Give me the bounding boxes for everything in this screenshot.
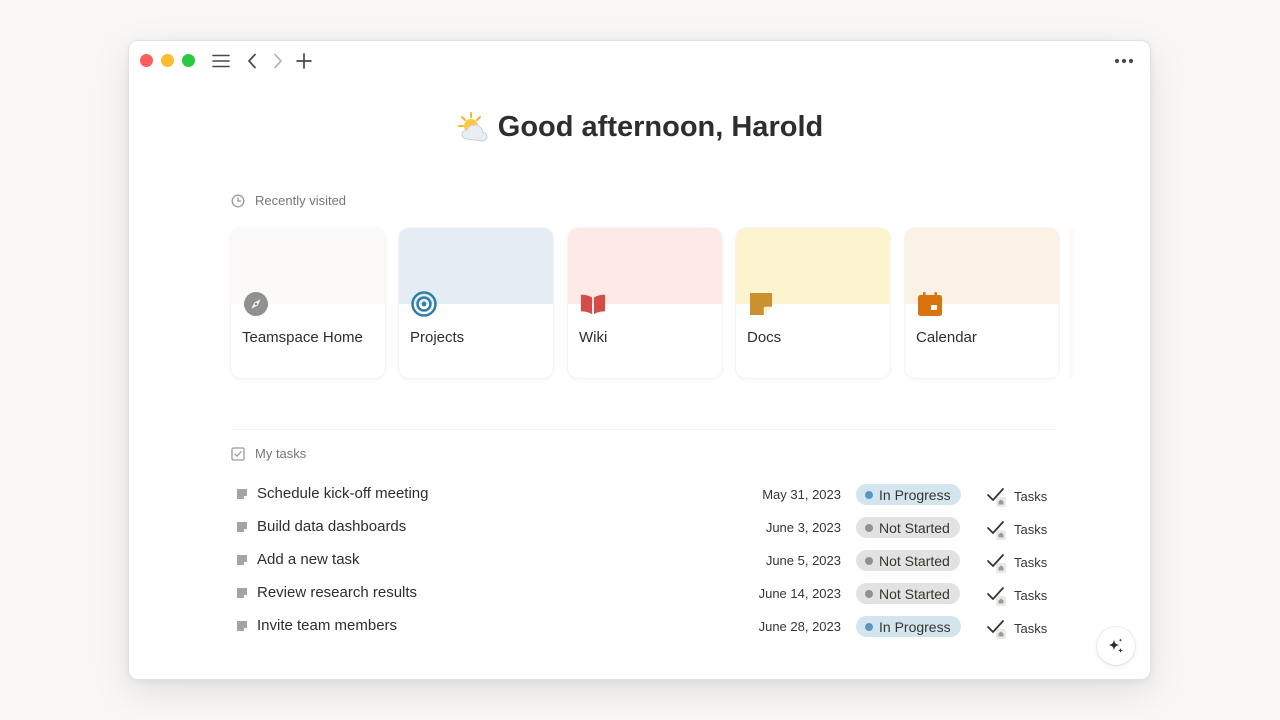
- card-title: Teamspace Home: [242, 329, 363, 346]
- recently-visited-cards: Teamspace Home Projects Wiki Docs Calend…: [231, 228, 1077, 378]
- app-window: Good afternoon, Harold Recently visited …: [128, 40, 1151, 680]
- book-icon: [580, 291, 606, 317]
- task-database[interactable]: Tasks: [986, 518, 1047, 540]
- sparkle-icon: [1108, 638, 1123, 653]
- greeting-text: Good afternoon, Harold: [497, 110, 824, 143]
- section-divider: [231, 429, 1057, 430]
- chevron-right-icon: [274, 53, 282, 69]
- database-name: Tasks: [1014, 587, 1048, 603]
- calendar-icon: [917, 291, 943, 317]
- status-dot: [865, 622, 873, 631]
- zoom-window-button[interactable]: [182, 54, 195, 67]
- card-teamspace-home[interactable]: Teamspace Home: [231, 228, 385, 378]
- page-icon: [237, 489, 247, 499]
- task-row[interactable]: Schedule kick-off meeting May 31, 2023 I…: [231, 478, 1057, 511]
- ai-assistant-button[interactable]: [1097, 627, 1135, 665]
- back-button[interactable]: [241, 50, 263, 72]
- card-docs[interactable]: Docs: [736, 228, 890, 378]
- clock-icon: [231, 194, 245, 207]
- tasks-database-icon: [987, 620, 1006, 639]
- task-row[interactable]: Add a new task June 5, 2023 Not Started …: [231, 544, 1057, 577]
- task-list: Schedule kick-off meeting May 31, 2023 I…: [231, 478, 1057, 643]
- task-name[interactable]: Schedule kick-off meeting: [257, 485, 428, 502]
- page-icon: [237, 621, 247, 631]
- database-name: Tasks: [1014, 521, 1048, 537]
- status-text: Not Started: [879, 552, 950, 569]
- status-badge[interactable]: In Progress: [856, 616, 961, 637]
- task-date: May 31, 2023: [762, 487, 841, 502]
- database-name: Tasks: [1014, 554, 1048, 570]
- task-name[interactable]: Invite team members: [257, 617, 397, 634]
- task-date: June 5, 2023: [765, 553, 841, 568]
- task-database[interactable]: Tasks: [986, 551, 1047, 573]
- task-date: June 3, 2023: [765, 520, 841, 535]
- status-dot: [865, 490, 873, 499]
- checkbox-icon: [231, 446, 245, 461]
- card-title: Calendar: [916, 329, 977, 346]
- database-name: Tasks: [1014, 488, 1048, 504]
- status-text: In Progress: [879, 618, 951, 635]
- card-calendar[interactable]: Calendar: [905, 228, 1059, 378]
- card-projects[interactable]: Projects: [399, 228, 553, 378]
- tasks-database-icon: [987, 488, 1006, 507]
- status-badge[interactable]: Not Started: [856, 583, 960, 604]
- hamburger-menu-icon: [212, 54, 230, 68]
- task-name[interactable]: Build data dashboards: [257, 518, 406, 535]
- status-badge[interactable]: Not Started: [856, 517, 960, 538]
- task-database[interactable]: Tasks: [986, 485, 1047, 507]
- new-page-button[interactable]: [293, 50, 315, 72]
- tasks-database-icon: [987, 554, 1006, 573]
- close-window-button[interactable]: [140, 54, 153, 67]
- title-bar: [129, 41, 1150, 81]
- compass-icon: [243, 291, 269, 317]
- more-horizontal-icon: [1114, 58, 1134, 64]
- card-title: Docs: [747, 329, 782, 346]
- status-text: Not Started: [879, 585, 950, 602]
- sticky-note-icon: [748, 291, 774, 317]
- sidebar-menu-button[interactable]: [210, 50, 232, 72]
- tasks-database-icon: [987, 587, 1006, 606]
- plus-icon: [296, 53, 312, 69]
- forward-button[interactable]: [267, 50, 289, 72]
- chevron-left-icon: [248, 53, 256, 69]
- my-tasks-label: My tasks: [255, 446, 307, 461]
- page-icon: [237, 522, 247, 532]
- greeting-heading: Good afternoon, Harold: [129, 109, 1150, 145]
- card-title: Projects: [410, 329, 465, 346]
- my-tasks-header: My tasks: [231, 446, 306, 461]
- target-icon: [411, 291, 437, 317]
- status-dot: [865, 556, 873, 565]
- card-wiki[interactable]: Wiki: [568, 228, 722, 378]
- status-text: Not Started: [879, 519, 950, 536]
- recently-visited-header: Recently visited: [231, 193, 346, 208]
- status-badge[interactable]: In Progress: [856, 484, 961, 505]
- tasks-database-icon: [987, 521, 1006, 540]
- sun-behind-cloud-emoji: [456, 109, 492, 145]
- status-badge[interactable]: Not Started: [856, 550, 960, 571]
- minimize-window-button[interactable]: [161, 54, 174, 67]
- more-options-button[interactable]: [1113, 50, 1135, 72]
- task-date: June 14, 2023: [758, 586, 841, 601]
- task-name[interactable]: Add a new task: [257, 551, 360, 568]
- status-text: In Progress: [879, 486, 951, 503]
- task-database[interactable]: Tasks: [986, 617, 1047, 639]
- task-date: June 28, 2023: [758, 619, 841, 634]
- task-row[interactable]: Review research results June 14, 2023 No…: [231, 577, 1057, 610]
- page-icon: [237, 588, 247, 598]
- recently-visited-label: Recently visited: [255, 193, 347, 208]
- card-title: Wiki: [579, 329, 608, 346]
- status-dot: [865, 523, 873, 532]
- status-dot: [865, 589, 873, 598]
- page-icon: [237, 555, 247, 565]
- database-name: Tasks: [1014, 620, 1048, 636]
- card-scroll-edge: [1069, 228, 1077, 378]
- task-database[interactable]: Tasks: [986, 584, 1047, 606]
- task-row[interactable]: Build data dashboards June 3, 2023 Not S…: [231, 511, 1057, 544]
- task-row[interactable]: Invite team members June 28, 2023 In Pro…: [231, 610, 1057, 643]
- task-name[interactable]: Review research results: [257, 584, 417, 601]
